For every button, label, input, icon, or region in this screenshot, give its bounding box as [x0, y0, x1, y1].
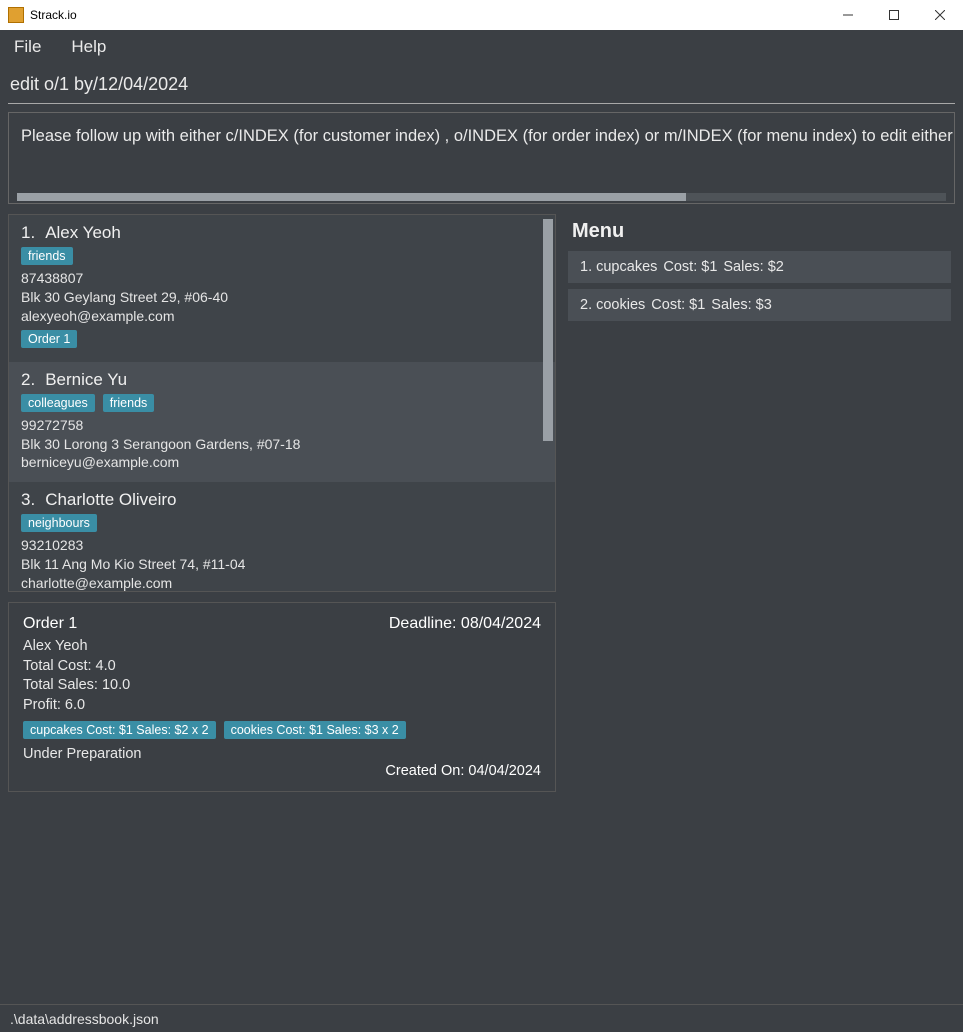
person-email: alexyeoh@example.com	[21, 307, 543, 326]
person-tags: neighbours	[21, 514, 543, 532]
person-card[interactable]: 1. Alex Yeoh friends 87438807Blk 30 Geylang…	[9, 215, 555, 362]
order-total-sales: Total Sales: 10.0	[23, 676, 541, 696]
tag: colleagues	[21, 394, 95, 412]
person-card[interactable]: 2. Bernice Yu colleagues friends 99272758Blk…	[9, 362, 555, 483]
order-title: Order 1	[23, 615, 77, 633]
tag: friends	[103, 394, 155, 412]
person-tags: friends	[21, 247, 543, 265]
tag: neighbours	[21, 514, 97, 532]
person-phone: 87438807	[21, 269, 543, 288]
menu-help[interactable]: Help	[65, 33, 112, 61]
person-email: charlotte@example.com	[21, 574, 543, 591]
person-name: Charlotte Oliveiro	[45, 490, 176, 509]
tag: friends	[21, 247, 73, 265]
person-index: 1.	[21, 223, 35, 242]
status-bar: .\data\addressbook.json	[0, 1004, 963, 1032]
person-name-line: 2. Bernice Yu	[21, 370, 543, 390]
person-list: 1. Alex Yeoh friends 87438807Blk 30 Geylang…	[8, 214, 556, 592]
person-address: Blk 30 Lorong 3 Serangoon Gardens, #07-1…	[21, 435, 543, 454]
order-deadline: Deadline: 08/04/2024	[389, 615, 541, 633]
person-address: Blk 30 Geylang Street 29, #06-40	[21, 288, 543, 307]
person-order-badges: Order 1	[21, 330, 543, 348]
order-panel: Order 1 Deadline: 08/04/2024 Alex Yeoh T…	[8, 602, 556, 792]
minimize-button[interactable]	[825, 0, 871, 30]
menu-item-name: 1. cupcakes	[580, 259, 657, 275]
order-item-tag: cupcakes Cost: $1 Sales: $2 x 2	[23, 721, 216, 739]
menu-item-sales: Sales: $3	[711, 297, 771, 313]
menu-item[interactable]: 1. cupcakes Cost: $1 Sales: $2	[568, 251, 951, 283]
menubar: File Help	[0, 30, 963, 64]
menu-item-sales: Sales: $2	[723, 259, 783, 275]
menu-item-cost: Cost: $1	[663, 259, 717, 275]
menu-item-name: 2. cookies	[580, 297, 645, 313]
menu-item[interactable]: 2. cookies Cost: $1 Sales: $3	[568, 289, 951, 321]
person-address: Blk 11 Ang Mo Kio Street 74, #11-04	[21, 555, 543, 574]
person-tags: colleagues friends	[21, 394, 543, 412]
command-input[interactable]	[8, 68, 955, 104]
order-badge: Order 1	[21, 330, 77, 348]
person-email: berniceyu@example.com	[21, 453, 543, 472]
message-text: Please follow up with either c/INDEX (fo…	[9, 113, 954, 146]
order-customer: Alex Yeoh	[23, 637, 541, 657]
person-phone: 99272758	[21, 416, 543, 435]
person-list-scrollbar[interactable]	[543, 219, 553, 441]
app-icon	[8, 7, 24, 23]
message-panel: Please follow up with either c/INDEX (fo…	[8, 112, 955, 204]
menu-list: 1. cupcakes Cost: $1 Sales: $2 2. cookies Co…	[568, 251, 951, 321]
order-total-cost: Total Cost: 4.0	[23, 657, 541, 677]
menu-heading: Menu	[572, 220, 951, 243]
person-index: 3.	[21, 490, 35, 509]
status-path: .\data\addressbook.json	[10, 1011, 159, 1027]
person-index: 2.	[21, 370, 35, 389]
person-name-line: 3. Charlotte Oliveiro	[21, 490, 543, 510]
order-profit: Profit: 6.0	[23, 696, 541, 716]
message-hscroll[interactable]	[17, 193, 946, 201]
person-name: Alex Yeoh	[45, 223, 121, 242]
close-button[interactable]	[917, 0, 963, 30]
order-created: Created On: 04/04/2024	[385, 763, 541, 779]
window-titlebar: Strack.io	[0, 0, 963, 30]
window-title: Strack.io	[30, 8, 825, 22]
order-status: Under Preparation	[23, 745, 541, 765]
person-card[interactable]: 3. Charlotte Oliveiro neighbours 93210283Bl…	[9, 482, 555, 591]
order-item-tag: cookies Cost: $1 Sales: $3 x 2	[224, 721, 406, 739]
menu-file[interactable]: File	[8, 33, 47, 61]
menu-item-cost: Cost: $1	[651, 297, 705, 313]
maximize-button[interactable]	[871, 0, 917, 30]
person-name-line: 1. Alex Yeoh	[21, 223, 543, 243]
person-name: Bernice Yu	[45, 370, 127, 389]
person-phone: 93210283	[21, 536, 543, 555]
